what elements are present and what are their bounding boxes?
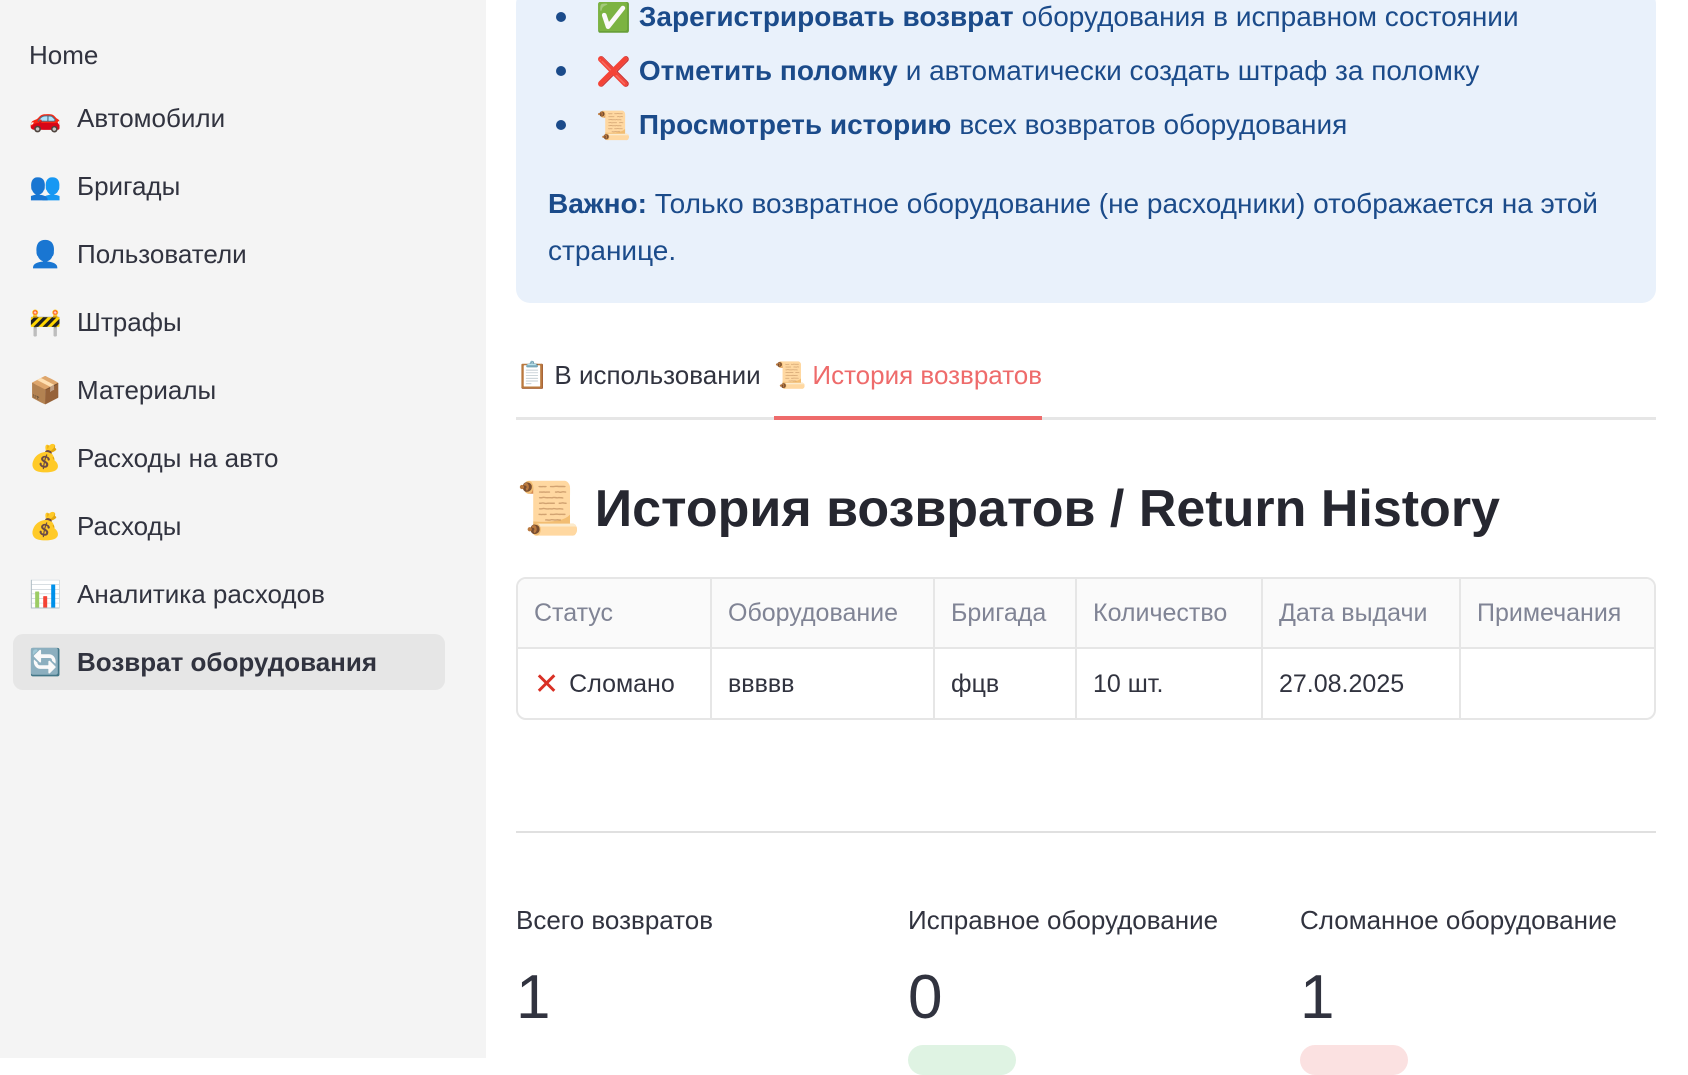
info-item-bold: Отметить поломку [638, 55, 898, 86]
metric-label: Сломанное оборудование [1300, 905, 1617, 935]
sidebar-item-label: Возврат оборудования [77, 646, 378, 677]
info-item-text: оборудования в исправном состоянии [1021, 1, 1519, 32]
sidebar: Home 🚗 Автомобили 👥 Бригады 👤 Пользователи … [0, 0, 486, 1058]
column-header-brigade[interactable]: Бригада [935, 579, 1077, 647]
sidebar-item-equipment-return[interactable]: 🔄 Возврат оборудования [13, 634, 445, 690]
metric-total-returns: Всего возвратов 1 [516, 905, 876, 1033]
metric-working-equipment: Исправное оборудование 0 [908, 905, 1268, 1033]
tab-return-history[interactable]: 📜 История возвратов [774, 360, 1043, 420]
cell-equipment: ввввв [712, 649, 935, 718]
important-text: Только возвратное оборудование (не расхо… [548, 188, 1598, 266]
people-icon: 👥 [29, 170, 62, 201]
tab-in-use[interactable]: 📋 В использовании [516, 360, 761, 420]
info-item-bold: Зарегистрировать возврат [638, 1, 1014, 32]
column-header-equipment[interactable]: Оборудование [712, 579, 935, 647]
return-history-table: Статус Оборудование Бригада Количество Д… [516, 577, 1656, 720]
cross-icon: ✕ [534, 667, 560, 701]
info-item-bold: Просмотреть историю [638, 109, 952, 140]
page-title: 📜 История возвратов / Return History [516, 478, 1500, 539]
sidebar-item-label: Расходы на авто [77, 442, 279, 473]
metric-label: Всего возвратов [516, 905, 714, 935]
table-header-row: Статус Оборудование Бригада Количество Д… [518, 579, 1654, 649]
important-note: Важно: Только возвратное оборудование (н… [548, 180, 1628, 274]
sidebar-item-materials[interactable]: 📦 Материалы [13, 362, 445, 418]
metric-value: 0 [908, 963, 943, 1032]
sidebar-item-label: Пользователи [77, 238, 247, 269]
cell-brigade: фцв [935, 649, 1077, 718]
cross-icon: ❌ [596, 55, 631, 87]
info-box: ✅ Зарегистрировать возврат оборудования в … [516, 0, 1656, 303]
money-bag-icon: 💰 [29, 442, 62, 473]
info-item: 📜 Просмотреть историю всех возвратов обору… [556, 98, 1519, 152]
scroll-icon: 📜 [774, 360, 807, 390]
cell-notes [1461, 649, 1654, 718]
check-icon: ✅ [596, 1, 631, 33]
sidebar-item-expenses[interactable]: 💰 Расходы [13, 498, 445, 554]
info-item-text: всех возвратов оборудования [959, 109, 1348, 140]
sidebar-item-fines[interactable]: 🚧 Штрафы [13, 294, 445, 350]
bar-chart-icon: 📊 [29, 578, 62, 609]
info-list: ✅ Зарегистрировать возврат оборудования в … [556, 0, 1519, 152]
page-title-text: История возвратов / Return History [594, 479, 1500, 538]
column-header-status[interactable]: Статус [518, 579, 712, 647]
metric-broken-equipment: Сломанное оборудование 1 [1300, 905, 1660, 1033]
box-icon: 📦 [29, 374, 62, 405]
scroll-icon: 📜 [516, 480, 581, 538]
divider [516, 831, 1656, 833]
sidebar-item-label: Бригады [77, 170, 181, 201]
cell-status: ✕ Сломано [518, 649, 712, 718]
sidebar-item-car-expenses[interactable]: 💰 Расходы на авто [13, 430, 445, 486]
tab-label: История возвратов [812, 360, 1043, 390]
barrier-icon: 🚧 [29, 306, 62, 337]
refresh-icon: 🔄 [29, 646, 62, 677]
sidebar-item-label: Аналитика расходов [77, 578, 325, 609]
sidebar-item-label: Штрафы [77, 306, 182, 337]
info-item-text: и автоматически создать штраф за поломку [905, 55, 1480, 86]
nav-home-link[interactable]: Home [29, 40, 98, 71]
metric-delta-badge [1300, 1045, 1408, 1075]
sidebar-item-brigades[interactable]: 👥 Бригады [13, 158, 445, 214]
info-item: ✅ Зарегистрировать возврат оборудования в … [556, 0, 1519, 44]
tab-bar: 📋 В использовании 📜 История возвратов [516, 350, 1656, 420]
column-header-notes[interactable]: Примечания [1461, 579, 1654, 647]
sidebar-item-label: Материалы [77, 374, 217, 405]
important-label: Важно: [548, 188, 647, 219]
person-icon: 👤 [29, 238, 62, 269]
sidebar-item-label: Автомобили [77, 102, 226, 133]
cell-issue-date: 27.08.2025 [1263, 649, 1461, 718]
column-header-quantity[interactable]: Количество [1077, 579, 1263, 647]
metric-value: 1 [1300, 963, 1335, 1032]
metric-delta-badge [908, 1045, 1016, 1075]
car-icon: 🚗 [29, 102, 62, 133]
info-item: ❌ Отметить поломку и автоматически создать… [556, 44, 1519, 98]
sidebar-nav: 🚗 Автомобили 👥 Бригады 👤 Пользователи 🚧 Штра… [13, 90, 445, 702]
scroll-icon: 📜 [596, 109, 631, 141]
clipboard-icon: 📋 [516, 360, 549, 390]
money-bag-icon: 💰 [29, 510, 62, 541]
sidebar-item-expense-analytics[interactable]: 📊 Аналитика расходов [13, 566, 445, 622]
sidebar-item-label: Расходы [77, 510, 182, 541]
metric-label: Исправное оборудование [908, 905, 1219, 935]
cell-quantity: 10 шт. [1077, 649, 1263, 718]
sidebar-item-cars[interactable]: 🚗 Автомобили [13, 90, 445, 146]
metric-value: 1 [516, 963, 551, 1032]
column-header-issue-date[interactable]: Дата выдачи [1263, 579, 1461, 647]
status-text: Сломано [569, 669, 675, 698]
tab-label: В использовании [554, 360, 761, 390]
table-row: ✕ Сломано ввввв фцв 10 шт. 27.08.2025 [518, 649, 1654, 718]
sidebar-item-users[interactable]: 👤 Пользователи [13, 226, 445, 282]
